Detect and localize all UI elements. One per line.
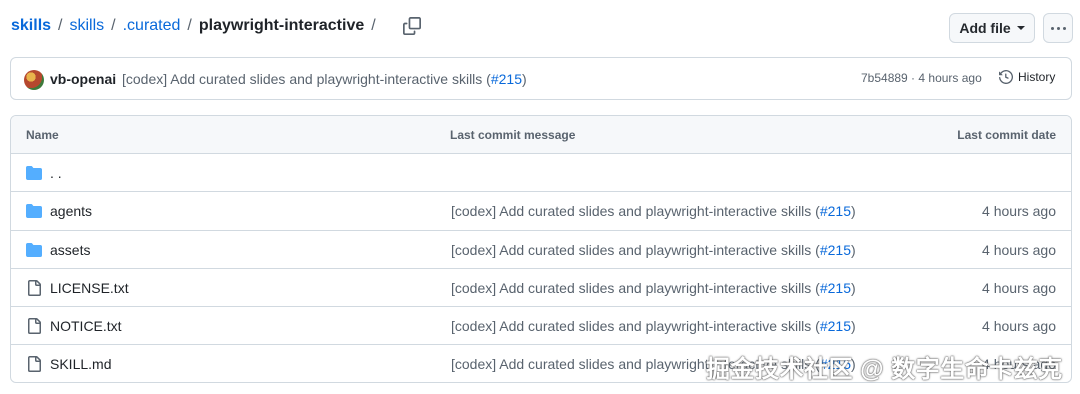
file-icon [28, 318, 41, 335]
chevron-down-icon [1016, 26, 1025, 30]
repo-header: skills / skills / .curated / playwright-… [0, 0, 1080, 56]
file-name-link[interactable]: LICENSE.txt [50, 280, 129, 296]
commit-message-link[interactable]: [codex] Add curated slides and playwrigh… [451, 318, 856, 334]
add-file-button[interactable]: Add file [949, 13, 1035, 43]
commit-message-end: ) [851, 241, 856, 258]
parent-directory-row[interactable]: . . [11, 154, 1071, 193]
copy-path-icon[interactable] [402, 17, 421, 35]
commit-date: 4 hours ago [982, 318, 1056, 335]
table-row[interactable]: assets [codex] Add curated slides and pl… [11, 231, 1071, 269]
file-table: Name Last commit message Last commit dat… [10, 115, 1072, 383]
breadcrumb-separator: / [111, 17, 116, 34]
breadcrumb-repo-link[interactable]: skills [11, 17, 51, 35]
breadcrumb-separator: / [58, 17, 63, 34]
pr-link[interactable]: #215 [820, 318, 851, 334]
commit-message-end: ) [851, 318, 856, 335]
commit-message[interactable]: [codex] Add curated slides and playwrigh… [122, 71, 527, 87]
latest-commit-bar: vb-openai [codex] Add curated slides and… [10, 57, 1072, 100]
table-row[interactable]: agents [codex] Add curated slides and pl… [11, 192, 1071, 231]
commit-message-link[interactable]: [codex] Add curated slides and playwrigh… [451, 203, 856, 219]
commit-message-end: ) [522, 71, 527, 87]
folder-icon [26, 204, 42, 219]
commit-message-text: [codex] Add curated slides and playwrigh… [451, 279, 820, 296]
folder-icon [26, 242, 42, 257]
breadcrumb-separator: / [187, 17, 192, 34]
breadcrumb-separator: / [371, 17, 376, 34]
commit-date: 4 hours ago [982, 279, 1056, 296]
commit-message-end: ) [851, 203, 856, 220]
breadcrumb-current-folder: playwright-interactive [198, 17, 365, 34]
column-header-date: Last commit date [957, 128, 1056, 142]
pr-link[interactable]: #215 [820, 280, 851, 296]
watermark: 掘金技术社区 @ 数字生命卡兹克 [706, 356, 1063, 383]
commit-author[interactable]: vb-openai [50, 71, 116, 87]
history-icon [999, 70, 1013, 84]
commit-message-text: [codex] Add curated slides and playwrigh… [451, 203, 820, 220]
add-file-label: Add file [959, 20, 1011, 36]
history-label: History [1018, 70, 1056, 84]
breadcrumb-skills-link[interactable]: skills [69, 17, 104, 35]
table-row[interactable]: NOTICE.txt [codex] Add curated slides an… [11, 307, 1071, 346]
folder-icon [26, 166, 42, 180]
commit-date: 4 hours ago [982, 241, 1056, 258]
history-button[interactable]: History [999, 70, 1055, 84]
file-name-link[interactable]: SKILL.md [50, 356, 111, 372]
commit-message-link[interactable]: [codex] Add curated slides and playwrigh… [451, 280, 856, 296]
file-icon [28, 356, 41, 373]
avatar[interactable] [24, 70, 44, 90]
commit-message-text: [codex] Add curated slides and playwrigh… [451, 318, 820, 335]
file-name-link[interactable]: NOTICE.txt [50, 318, 122, 334]
parent-directory-link[interactable]: . . [50, 165, 62, 181]
commit-message-text: [codex] Add curated slides and playwrigh… [122, 71, 491, 87]
file-name-link[interactable]: agents [50, 203, 92, 219]
commit-date: 4 hours ago [982, 203, 1056, 220]
pr-link[interactable]: #215 [491, 71, 522, 87]
more-options-button[interactable] [1043, 13, 1073, 43]
commit-meta[interactable]: 7b54889 · 4 hours ago [861, 71, 982, 85]
breadcrumb: skills / skills / .curated / playwright-… [11, 17, 421, 35]
commit-message-text: [codex] Add curated slides and playwrigh… [451, 241, 820, 258]
breadcrumb-curated-link[interactable]: .curated [123, 17, 181, 35]
file-icon [28, 279, 41, 296]
table-row[interactable]: LICENSE.txt [codex] Add curated slides a… [11, 269, 1071, 308]
column-header-message: Last commit message [450, 128, 576, 142]
file-name-link[interactable]: assets [50, 242, 90, 258]
table-header: Name Last commit message Last commit dat… [11, 116, 1071, 154]
pr-link[interactable]: #215 [820, 203, 851, 219]
commit-message-link[interactable]: [codex] Add curated slides and playwrigh… [451, 242, 856, 258]
kebab-icon [1050, 26, 1066, 30]
pr-link[interactable]: #215 [820, 242, 851, 258]
commit-message-end: ) [851, 279, 856, 296]
column-header-name: Name [26, 128, 59, 142]
